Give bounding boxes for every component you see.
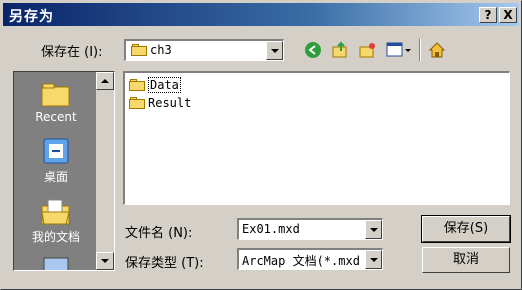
window-title: 另存为: [9, 9, 54, 25]
folder-icon: [131, 44, 147, 56]
folder-icon: [129, 79, 145, 91]
save-as-dialog: 另存为 ? X 保存在 (I): ch3 Recent 桌面 我的文档 Data…: [0, 0, 522, 290]
place-my-documents[interactable]: 我的文档: [14, 198, 98, 245]
scroll-up-button[interactable]: [96, 72, 114, 90]
place-recent[interactable]: Recent: [14, 80, 98, 124]
place-desktop[interactable]: 桌面: [14, 138, 98, 185]
folder-icon: [129, 97, 145, 109]
up-folder-icon[interactable]: [329, 39, 351, 61]
filetype-value: ArcMap 文档(*.mxd: [242, 254, 360, 268]
recent-folder-icon: [40, 80, 72, 108]
folder-name: Result: [148, 96, 192, 110]
scroll-down-button[interactable]: [96, 252, 114, 270]
filetype-label: 保存类型 (T):: [125, 256, 204, 271]
save-in-label: 保存在 (I):: [41, 45, 103, 60]
back-icon[interactable]: [302, 39, 324, 61]
help-button[interactable]: ?: [479, 7, 497, 23]
place-label: 桌面: [43, 170, 68, 184]
new-folder-icon[interactable]: [356, 39, 378, 61]
my-documents-icon: [40, 198, 72, 226]
file-list[interactable]: Data Result: [123, 71, 510, 205]
save-in-value: ch3: [150, 43, 172, 57]
save-button[interactable]: 保存(S): [421, 215, 511, 243]
toolbar-separator: [419, 39, 421, 61]
places-bar: Recent 桌面 我的文档: [13, 71, 115, 271]
place-label: 我的文档: [31, 230, 80, 244]
filetype-select[interactable]: ArcMap 文档(*.mxd: [237, 248, 383, 270]
place-more[interactable]: [14, 256, 98, 270]
home-icon[interactable]: [426, 39, 448, 61]
desktop-icon: [40, 138, 72, 166]
place-label: Recent: [35, 110, 77, 124]
filename-label: 文件名 (N):: [125, 226, 193, 241]
view-menu-icon[interactable]: [385, 39, 413, 61]
list-item[interactable]: Data: [129, 77, 181, 93]
close-button[interactable]: X: [499, 7, 517, 23]
filename-dropdown-arrow[interactable]: [365, 220, 382, 239]
filename-input[interactable]: Ex01.mxd: [237, 218, 383, 240]
filetype-dropdown-arrow[interactable]: [365, 250, 382, 269]
save-in-dropdown[interactable]: ch3: [124, 39, 284, 61]
folder-name: Data: [148, 77, 181, 93]
save-in-dropdown-arrow[interactable]: [266, 41, 283, 60]
title-bar[interactable]: 另存为 ? X: [3, 3, 519, 26]
filename-value: Ex01.mxd: [242, 222, 300, 236]
computer-icon: [40, 256, 72, 270]
list-item[interactable]: Result: [129, 95, 191, 111]
cancel-button[interactable]: 取消: [422, 247, 510, 273]
places-scrollbar[interactable]: [96, 72, 114, 270]
